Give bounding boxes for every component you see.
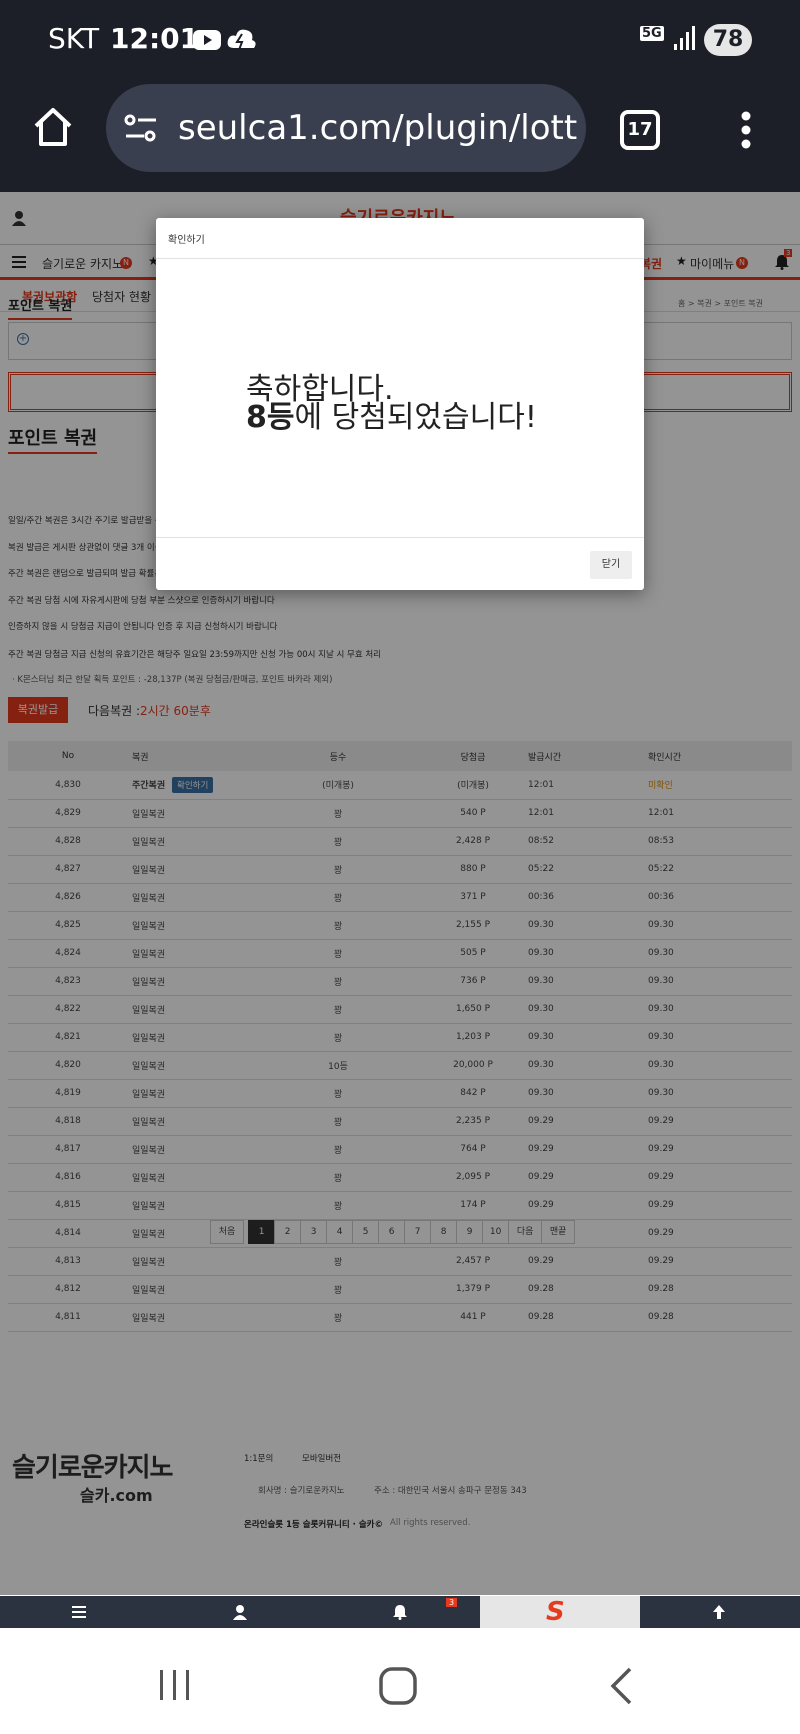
notification-count: 3 [446,1598,458,1607]
home-button-icon[interactable] [378,1666,418,1706]
cloud-icon [227,29,256,51]
site-settings-icon[interactable] [124,112,158,144]
tab-switcher-button[interactable]: 17 [620,110,660,150]
system-nav-bar [0,1628,800,1734]
home-logo-button[interactable]: S [480,1596,640,1628]
back-icon[interactable] [608,1666,634,1706]
modal-divider [156,537,644,538]
recent-apps-icon[interactable] [158,1668,192,1702]
modal-message-line2: 8등에 당첨되었습니다! [246,392,537,436]
modal-message-rest: 에 당첨되었습니다! [294,400,537,435]
bell-icon[interactable] [392,1604,408,1620]
modal-title: 확인하기 [168,235,205,246]
modal-rank: 8등 [246,400,295,435]
close-button[interactable]: 닫기 [590,551,632,579]
address-bar[interactable]: seulca1.com/plugin/lotto/ [106,84,586,172]
browser-toolbar: seulca1.com/plugin/lotto/ 17 [0,84,800,192]
modal-header: 확인하기 [156,218,644,259]
signal-icon [674,26,695,50]
more-options-icon[interactable] [736,110,756,152]
arrow-up-icon[interactable] [712,1604,726,1620]
logo-s-icon: S [546,1597,565,1627]
home-icon[interactable] [32,106,74,148]
youtube-icon [193,30,221,50]
menu-icon[interactable] [72,1606,86,1618]
clock: 12:01 [110,22,200,55]
carrier-label: SKT [48,22,100,55]
user-icon[interactable] [233,1604,247,1620]
status-bar: SKT 12:01 5G 78 [0,0,800,84]
bottom-nav: 3 S [0,1596,800,1628]
url-text[interactable]: seulca1.com/plugin/lotto/ [178,106,578,150]
network-type: 5G [640,26,664,41]
battery-indicator: 78 [704,24,752,56]
confirm-modal: 확인하기 축하합니다. 8등에 당첨되었습니다! 닫기 [156,218,644,590]
